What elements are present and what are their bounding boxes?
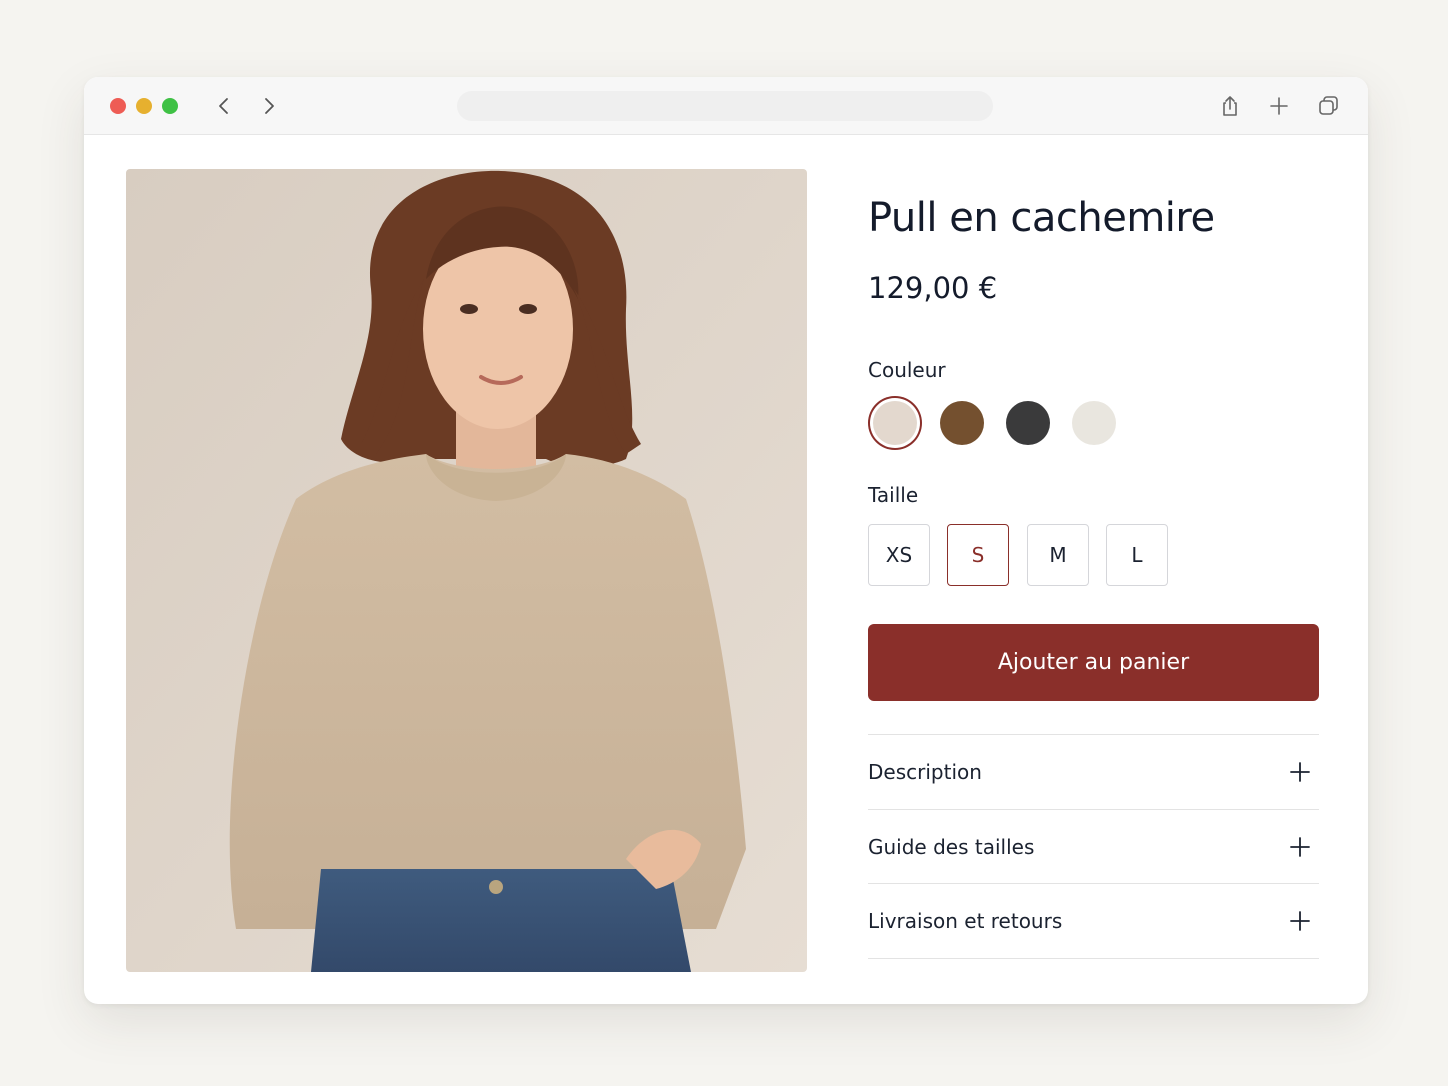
new-tab-button[interactable] [1265, 92, 1293, 120]
accordion-size-guide[interactable]: Guide des tailles [868, 810, 1319, 884]
size-button-xs[interactable]: XS [868, 524, 930, 586]
color-label: Couleur [868, 358, 946, 382]
color-swatch-beige[interactable] [873, 401, 917, 445]
share-icon [1223, 96, 1237, 116]
size-button-l[interactable]: L [1106, 524, 1168, 586]
product-price: 129,00 € [868, 271, 998, 305]
browser-window: Pull en cachemire 129,00 € Couleur Taill… [84, 77, 1368, 1004]
accordion-description[interactable]: Description [868, 735, 1319, 809]
minimize-window-button[interactable] [136, 98, 152, 114]
forward-button[interactable] [255, 92, 283, 120]
color-swatch-charcoal[interactable] [1006, 401, 1050, 445]
chevron-right-icon [265, 98, 274, 114]
accordion-label: Livraison et retours [868, 909, 1063, 933]
color-swatch-brown[interactable] [940, 401, 984, 445]
maximize-window-button[interactable] [162, 98, 178, 114]
size-button-s[interactable]: S [947, 524, 1009, 586]
tabs-icon [1319, 96, 1338, 115]
add-to-cart-button[interactable]: Ajouter au panier [868, 624, 1319, 701]
product-image [126, 169, 807, 972]
divider [868, 958, 1319, 959]
plus-icon [1270, 97, 1288, 115]
accordion-label: Guide des tailles [868, 835, 1035, 859]
plus-icon [1290, 762, 1310, 782]
tab-overview-button[interactable] [1314, 92, 1342, 120]
back-button[interactable] [210, 92, 238, 120]
color-swatch-cream[interactable] [1072, 401, 1116, 445]
size-button-m[interactable]: M [1027, 524, 1089, 586]
product-title: Pull en cachemire [868, 195, 1215, 241]
plus-icon [1290, 911, 1310, 931]
address-bar[interactable] [457, 91, 993, 121]
plus-icon [1290, 837, 1310, 857]
browser-toolbar [84, 77, 1368, 135]
accordion-shipping-returns[interactable]: Livraison et retours [868, 884, 1319, 958]
size-label: Taille [868, 483, 919, 507]
close-window-button[interactable] [110, 98, 126, 114]
share-button[interactable] [1216, 92, 1244, 120]
chevron-left-icon [219, 98, 228, 114]
accordion-label: Description [868, 760, 982, 784]
